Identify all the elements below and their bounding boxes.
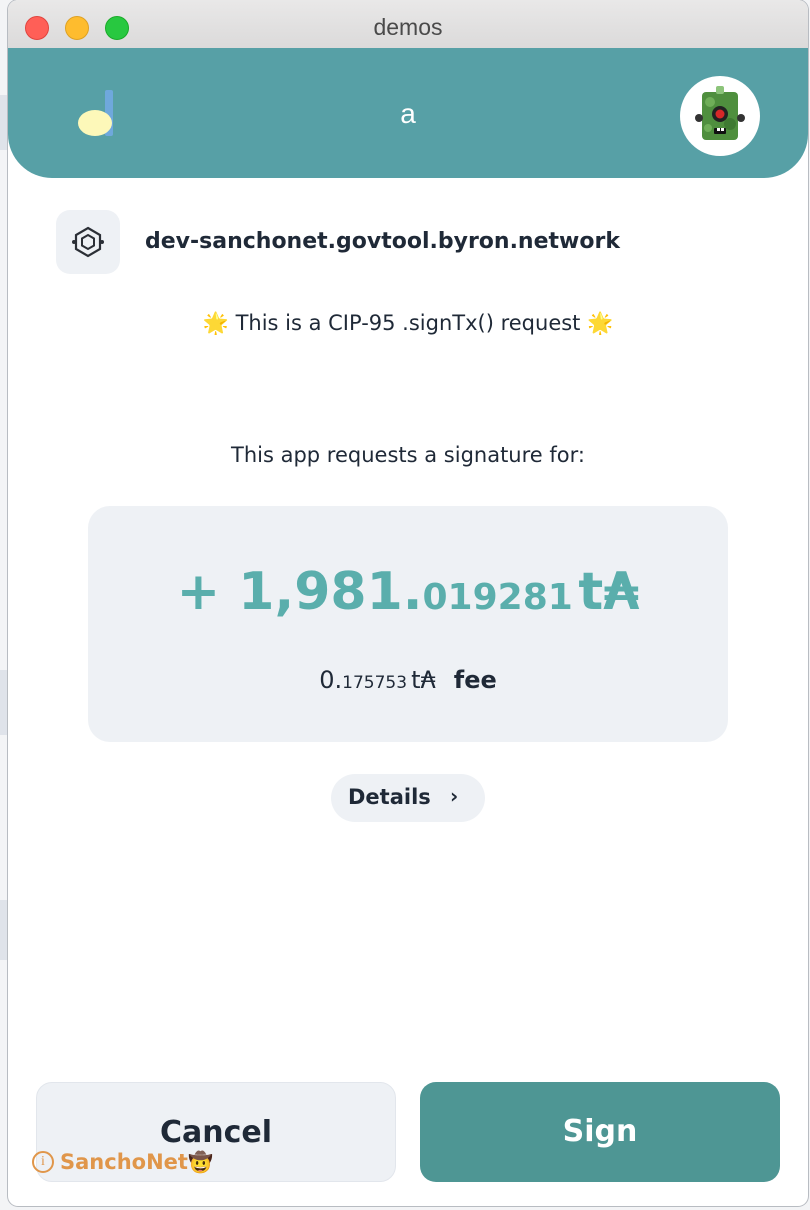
wallet-popup-window: demos a dev-sanchonet.govtool.byron.netw… bbox=[8, 0, 808, 1206]
amount-decimal: 019281 bbox=[422, 577, 573, 618]
chevron-right-icon: › bbox=[450, 784, 459, 808]
signature-prompt: This app requests a signature for: bbox=[231, 443, 585, 467]
transaction-fee: 0.175753 t₳ fee bbox=[88, 666, 728, 694]
amount-sign: + bbox=[176, 562, 239, 622]
details-label: Details bbox=[348, 785, 431, 809]
wallet-header: a bbox=[8, 48, 808, 178]
star-icon: 🌟 bbox=[587, 311, 614, 335]
window-title: demos bbox=[373, 14, 443, 40]
network-badge: i SanchoNet🤠 bbox=[32, 1150, 213, 1178]
amount-integer: 1,981. bbox=[238, 562, 423, 622]
cip-request-text: This is a CIP-95 .signTx() request bbox=[235, 311, 581, 335]
cancel-label: Cancel bbox=[159, 1115, 273, 1150]
sign-label: Sign bbox=[562, 1114, 638, 1149]
cowboy-emoji-icon: 🤠 bbox=[187, 1150, 213, 1174]
transaction-amount: + 1,981.019281 t₳ bbox=[88, 562, 728, 622]
fee-integer: 0. bbox=[319, 666, 343, 694]
dapp-hexagon-icon bbox=[56, 210, 120, 274]
fee-unit: t₳ bbox=[411, 666, 436, 694]
info-icon: i bbox=[32, 1151, 54, 1173]
amount-unit: t₳ bbox=[578, 562, 640, 622]
star-icon: 🌟 bbox=[202, 311, 229, 335]
amount-card: + 1,981.019281 t₳ 0.175753 t₳ fee bbox=[88, 506, 728, 742]
origin-domain: dev-sanchonet.govtool.byron.network bbox=[145, 229, 620, 254]
network-name: SanchoNet bbox=[60, 1150, 188, 1174]
sign-button[interactable]: Sign bbox=[420, 1082, 780, 1182]
cip-request-notice: 🌟 This is a CIP-95 .signTx() request 🌟 bbox=[8, 311, 808, 336]
details-button[interactable]: Details › bbox=[331, 774, 485, 822]
fee-decimal: 175753 bbox=[342, 673, 408, 693]
fee-label: fee bbox=[453, 666, 497, 694]
robot-avatar-icon[interactable] bbox=[680, 76, 760, 156]
